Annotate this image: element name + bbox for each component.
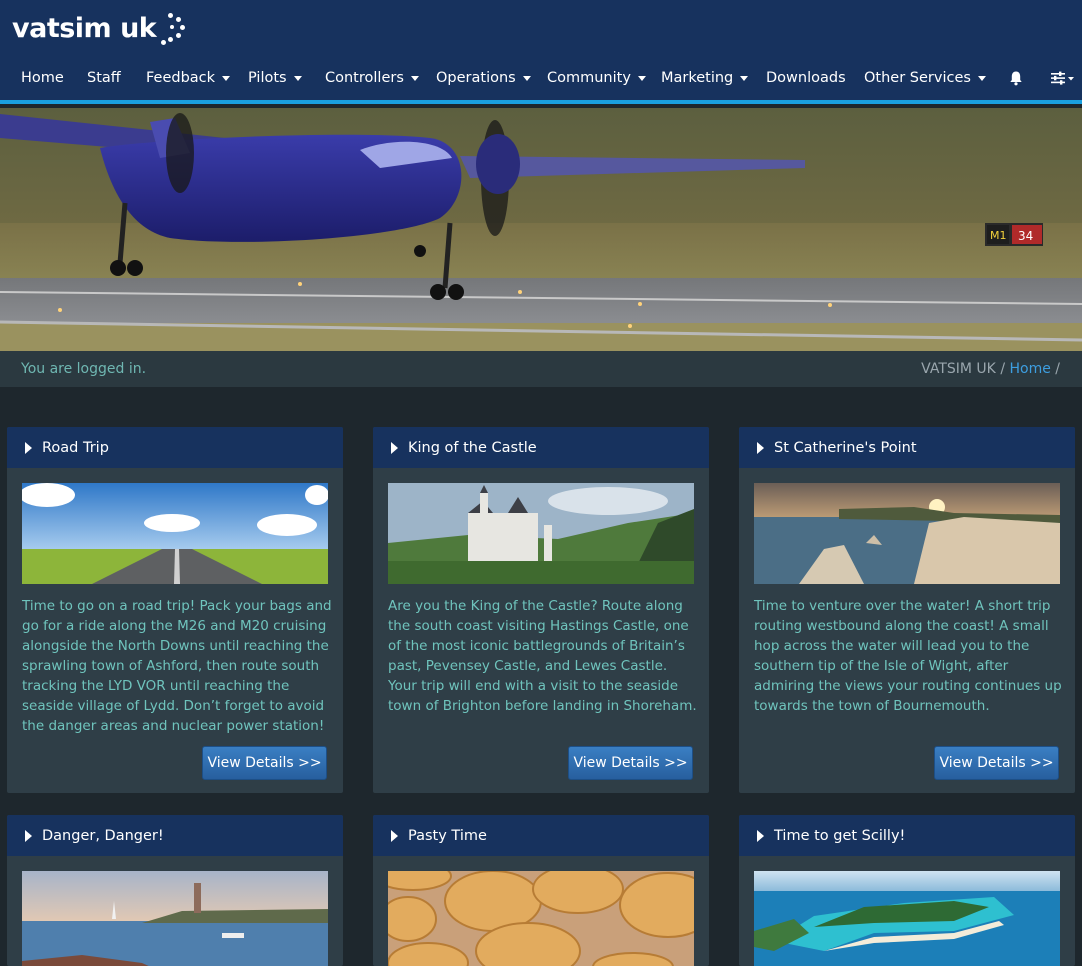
nav-feedback[interactable]: Feedback: [146, 58, 231, 98]
nav-label: Pilots: [248, 70, 287, 86]
nav-label: Other Services: [864, 70, 971, 86]
top-header: vatsim uk Home Staff Feedback Pilots Con…: [0, 0, 1082, 104]
nav-label: Marketing: [661, 70, 734, 86]
card-description: Time to venture over the water! A short …: [754, 598, 1062, 714]
card-title: King of the Castle: [408, 439, 537, 456]
breadcrumb-separator: /: [1000, 361, 1006, 377]
caret-right-icon: [757, 829, 764, 842]
card-title: St Catherine's Point: [774, 439, 917, 456]
logo-dots-icon: [158, 9, 188, 47]
event-card-road-trip: Road Trip Time to go on a road trip! Pac…: [7, 427, 343, 793]
nav-home[interactable]: Home: [21, 58, 64, 98]
caret-down-icon: [637, 75, 646, 81]
lighthouse-image: [22, 871, 328, 966]
nav-operations[interactable]: Operations: [436, 58, 531, 98]
caret-down-icon: [522, 75, 531, 81]
nav-label: Staff: [87, 70, 121, 86]
nav-community[interactable]: Community: [547, 58, 646, 98]
event-card-time-to-get-scilly: Time to get Scilly!: [739, 815, 1075, 966]
islands-image: [754, 871, 1060, 966]
card-title: Time to get Scilly!: [774, 827, 906, 844]
card-title: Danger, Danger!: [42, 827, 164, 844]
breadcrumb: VATSIM UK / Home /: [921, 361, 1060, 377]
card-description: Are you the King of the Castle? Route al…: [388, 598, 697, 714]
breadcrumb-home-link[interactable]: Home: [1009, 361, 1050, 377]
nav-staff[interactable]: Staff: [87, 58, 121, 98]
vatsim-uk-logo[interactable]: vatsim uk: [12, 8, 188, 48]
caret-down-icon: [740, 75, 749, 81]
breadcrumb-root: VATSIM UK: [921, 361, 996, 377]
login-status-text: You are logged in.: [21, 361, 147, 377]
nav-other-services[interactable]: Other Services: [864, 58, 986, 98]
caret-down-icon: [222, 75, 231, 81]
card-header[interactable]: St Catherine's Point: [739, 427, 1075, 468]
card-header[interactable]: Time to get Scilly!: [739, 815, 1075, 856]
status-bar: You are logged in. VATSIM UK / Home /: [0, 351, 1082, 387]
caret-right-icon: [391, 441, 398, 454]
view-details-button[interactable]: View Details >>: [202, 746, 327, 780]
event-card-st-catherines-point: St Catherine's Point Time to venture ove…: [739, 427, 1075, 793]
nav-downloads[interactable]: Downloads: [766, 58, 846, 98]
caret-down-icon: [977, 75, 986, 81]
nav-marketing[interactable]: Marketing: [661, 58, 749, 98]
caret-down-icon: [410, 75, 419, 81]
nav-label: Operations: [436, 70, 516, 86]
pasties-image: [388, 871, 694, 966]
logo-text: vatsim uk: [12, 12, 157, 44]
runway-sign-left: M1: [990, 229, 1007, 242]
card-title: Pasty Time: [408, 827, 487, 844]
nav-label: Community: [547, 70, 631, 86]
card-title: Road Trip: [42, 439, 109, 456]
aircraft-landing-image: M1 34: [0, 108, 1082, 351]
card-description: Time to go on a road trip! Pack your bag…: [22, 598, 332, 734]
castle-image: [388, 483, 694, 584]
runway-sign-right: 34: [1018, 229, 1033, 243]
caret-right-icon: [757, 441, 764, 454]
caret-right-icon: [25, 441, 32, 454]
caret-right-icon: [391, 829, 398, 842]
event-card-king-of-the-castle: King of the Castle Are you the King of t…: [373, 427, 709, 793]
coastline-image: [754, 483, 1060, 584]
view-details-button[interactable]: View Details >>: [934, 746, 1059, 780]
road-trip-image: [22, 483, 328, 584]
nav-label: Controllers: [325, 70, 404, 86]
caret-down-icon: [293, 75, 302, 81]
card-header[interactable]: Road Trip: [7, 427, 343, 468]
nav-controllers[interactable]: Controllers: [325, 58, 419, 98]
nav-label: Home: [21, 70, 64, 86]
sliders-icon[interactable]: [1050, 70, 1076, 86]
event-card-danger-danger: Danger, Danger!: [7, 815, 343, 966]
card-header[interactable]: Danger, Danger!: [7, 815, 343, 856]
nav-pilots[interactable]: Pilots: [248, 58, 302, 98]
card-header[interactable]: Pasty Time: [373, 815, 709, 856]
caret-right-icon: [25, 829, 32, 842]
nav-label: Downloads: [766, 70, 846, 86]
event-card-pasty-time: Pasty Time: [373, 815, 709, 966]
bell-icon[interactable]: [1008, 70, 1024, 86]
view-details-button[interactable]: View Details >>: [568, 746, 693, 780]
breadcrumb-trailing-separator: /: [1055, 361, 1060, 377]
nav-label: Feedback: [146, 70, 216, 86]
card-header[interactable]: King of the Castle: [373, 427, 709, 468]
hero-banner-image: M1 34: [0, 108, 1082, 351]
